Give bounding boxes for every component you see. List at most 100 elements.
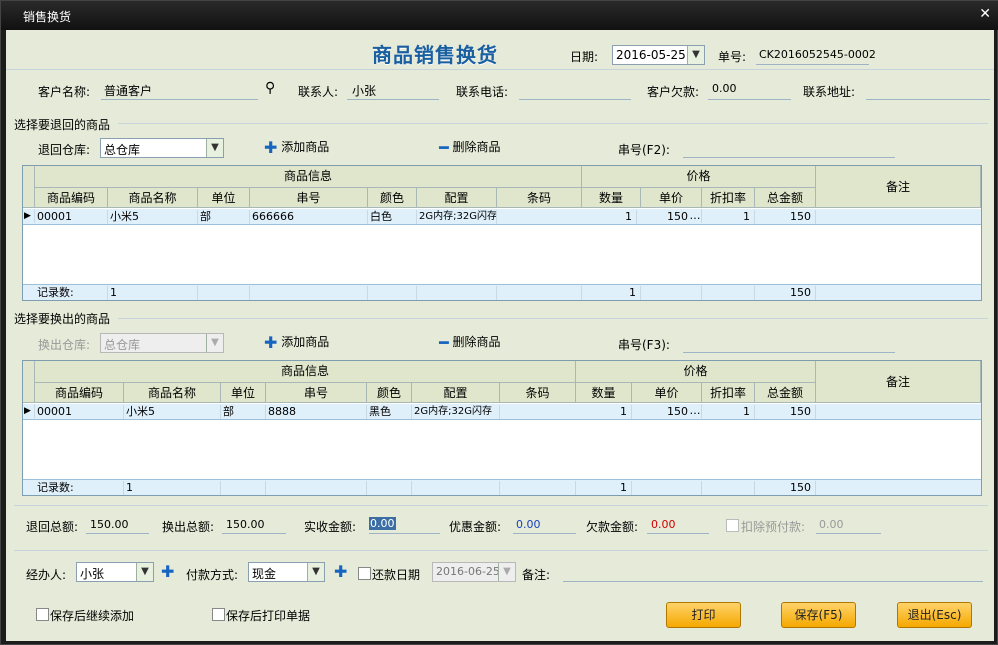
cell-name[interactable]: 小米5 [110, 210, 198, 224]
ellipsis-icon[interactable]: … [689, 404, 702, 418]
phone-field[interactable] [522, 82, 631, 98]
print-button[interactable]: 打印 [666, 602, 741, 628]
chevron-down-icon[interactable]: ▼ [136, 563, 153, 581]
discount-value[interactable]: 0.00 [516, 518, 541, 531]
exchange-delete-button[interactable]: ━ 删除商品 [439, 333, 500, 352]
name-header: 商品名称 [108, 188, 198, 208]
order-no-value: CK2016052545-0002 [759, 48, 876, 61]
exit-button[interactable]: 退出(Esc) [897, 602, 972, 628]
save-print-checkbox[interactable] [212, 608, 225, 621]
cell-config[interactable]: 2G内存;32G闪存 [414, 405, 500, 419]
return-total-value: 150.00 [90, 518, 129, 531]
footer-label: 记录数: [37, 286, 108, 300]
contact-field[interactable]: 小张 [352, 82, 376, 99]
payment-method-select[interactable]: 现金 ▼ [248, 562, 325, 582]
return-serial-input[interactable] [686, 139, 894, 155]
cell-color[interactable]: 白色 [370, 210, 417, 224]
code-header: 商品编码 [35, 383, 124, 403]
contact-label: 联系人: [298, 85, 339, 99]
exchange-serial-input[interactable] [686, 334, 894, 350]
exchange-add-button[interactable]: ✚ 添加商品 [264, 333, 329, 352]
handler-value: 小张 [80, 567, 105, 581]
footer-count: 1 [126, 481, 221, 495]
cell-qty[interactable]: 1 [576, 405, 632, 419]
qty-header: 数量 [582, 188, 641, 208]
repay-date-checkbox[interactable] [358, 567, 371, 580]
price-header: 单价 [641, 188, 702, 208]
prepay-checkbox [726, 519, 739, 532]
table-row[interactable]: ▶ 00001 小米5 部 666666 白色 2G内存;32G闪存 1 150… [23, 209, 981, 225]
return-total-label: 退回总额: [26, 520, 79, 534]
order-no-label: 单号: [718, 50, 747, 64]
return-table: 商品信息 价格 备注 商品编码 商品名称 单位 串号 颜色 配置 条码 数量 单… [22, 165, 982, 301]
cell-serial[interactable]: 666666 [252, 210, 368, 224]
table-footer: 记录数: 1 1 150 [23, 479, 981, 495]
cell-color[interactable]: 黑色 [369, 405, 412, 419]
save-continue-checkbox[interactable] [36, 608, 49, 621]
cell-code[interactable]: 00001 [37, 405, 124, 419]
cell-total[interactable]: 150 [755, 405, 816, 419]
window-title: 销售换货 [23, 10, 72, 24]
discount-header: 折扣率 [702, 383, 755, 403]
return-serial-label: 串号(F2): [618, 143, 670, 157]
name-header: 商品名称 [124, 383, 221, 403]
price-header: 单价 [632, 383, 702, 403]
chevron-down-icon[interactable]: ▼ [687, 46, 704, 64]
ellipsis-icon[interactable]: … [689, 209, 702, 223]
handler-select[interactable]: 小张 ▼ [76, 562, 154, 582]
chevron-down-icon[interactable]: ▼ [206, 139, 223, 157]
cell-serial[interactable]: 8888 [268, 405, 367, 419]
total-header: 总金额 [755, 188, 816, 208]
cell-code[interactable]: 00001 [37, 210, 108, 224]
return-add-button[interactable]: ✚ 添加商品 [264, 138, 329, 157]
note-input[interactable] [566, 564, 982, 580]
unit-header: 单位 [221, 383, 266, 403]
unit-header: 单位 [198, 188, 250, 208]
exchange-total-value: 150.00 [226, 518, 265, 531]
add-payment-method-icon[interactable]: ✚ [334, 562, 347, 581]
exchange-warehouse-select: 总仓库 ▼ [100, 333, 224, 353]
binoculars-icon[interactable]: ⚲ [265, 80, 275, 96]
received-input[interactable]: 0.00 [369, 516, 440, 534]
received-label: 实收金额: [304, 520, 357, 534]
date-label: 日期: [570, 50, 599, 64]
add-handler-icon[interactable]: ✚ [161, 562, 174, 581]
exchange-warehouse-label: 换出仓库: [38, 338, 91, 352]
cell-config[interactable]: 2G内存;32G闪存 [419, 210, 497, 224]
save-button[interactable]: 保存(F5) [781, 602, 856, 628]
group-info-header: 商品信息 [35, 361, 576, 383]
exchange-section-title: 选择要换出的商品 [14, 312, 111, 326]
group-price-header: 价格 [582, 166, 816, 188]
chevron-down-icon[interactable]: ▼ [307, 563, 324, 581]
repay-date-value: 2016-06-25 [436, 565, 500, 578]
cell-price[interactable]: 150 [632, 405, 688, 419]
page-title: 商品销售换货 [372, 43, 498, 67]
return-delete-button[interactable]: ━ 删除商品 [439, 138, 500, 157]
cell-total[interactable]: 150 [755, 210, 816, 224]
cell-name[interactable]: 小米5 [126, 405, 221, 419]
cell-price[interactable]: 150 [641, 210, 688, 224]
group-info-header: 商品信息 [35, 166, 582, 188]
remark-header: 备注 [816, 166, 981, 208]
address-field[interactable] [870, 82, 988, 98]
footer-total: 150 [755, 481, 816, 495]
return-warehouse-label: 退回仓库: [38, 143, 91, 157]
cell-discount[interactable]: 1 [702, 405, 755, 419]
minus-icon: ━ [439, 333, 449, 352]
remark-header: 备注 [816, 361, 981, 403]
cell-qty[interactable]: 1 [582, 210, 637, 224]
table-row[interactable]: ▶ 00001 小米5 部 8888 黑色 2G内存;32G闪存 1 150 …… [23, 404, 981, 420]
date-picker[interactable]: 2016-05-25 ▼ [612, 45, 705, 65]
cell-discount[interactable]: 1 [702, 210, 755, 224]
repay-date-picker: 2016-06-25 ▼ [432, 562, 516, 582]
cell-unit[interactable]: 部 [223, 405, 266, 419]
close-icon[interactable]: ✕ [979, 6, 991, 22]
serial-header: 串号 [250, 188, 368, 208]
customer-debt-label: 客户欠款: [647, 85, 700, 99]
customer-name-field[interactable]: 普通客户 [104, 82, 152, 99]
return-warehouse-select[interactable]: 总仓库 ▼ [100, 138, 224, 158]
cell-unit[interactable]: 部 [200, 210, 250, 224]
config-header: 配置 [417, 188, 497, 208]
table-footer: 记录数: 1 1 150 [23, 284, 981, 300]
date-value: 2016-05-25 [616, 48, 686, 62]
